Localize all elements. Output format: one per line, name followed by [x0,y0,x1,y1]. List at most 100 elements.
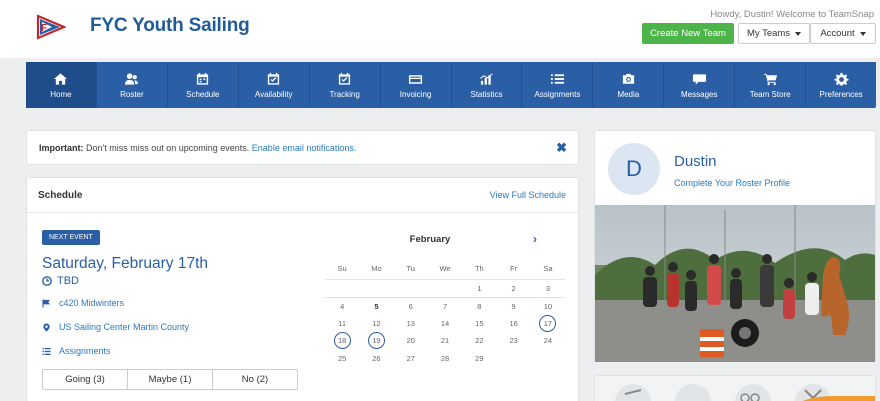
view-full-schedule-link[interactable]: View Full Schedule [490,190,566,200]
nav-item-availability[interactable]: Availability [239,62,310,108]
team-name[interactable]: FYC Youth Sailing [90,15,250,37]
tracking-icon [339,72,351,85]
calendar-day[interactable]: 23 [496,332,530,349]
calendar-weekday: Tu [393,258,428,280]
calendar-day[interactable]: 25 [325,350,359,367]
create-new-team-button[interactable]: Create New Team [642,23,734,44]
calendar-day-number: 10 [543,302,553,312]
sponsor-banner[interactable] [594,375,876,401]
calendar-day-number: 15 [475,318,484,328]
calendar-day[interactable]: 18 [325,332,359,350]
calendar-day-number: 18 [333,332,351,350]
calendar-day[interactable]: 29 [462,350,496,367]
my-teams-dropdown[interactable]: My Teams [738,23,810,44]
assignments-link: Assignments [59,346,111,356]
calendar-day[interactable]: 22 [462,332,496,349]
calendar-day[interactable]: 17 [531,314,565,332]
availability-icon [268,72,280,85]
calendar-day-number: 20 [406,336,415,346]
calendar-day-number: 27 [406,353,415,363]
calendar-day-number: 12 [372,318,381,328]
nav-item-invoicing[interactable]: Invoicing [381,62,452,108]
calendar-day-number: 8 [477,302,482,312]
event-location-row[interactable]: US Sailing Center Martin County [42,322,189,332]
assignments-icon [550,73,564,84]
messages-icon [692,73,706,85]
calendar-day-number: 6 [408,302,413,312]
nav-item-preferences[interactable]: Preferences [806,62,876,108]
calendar-day[interactable]: 27 [394,350,428,367]
calendar-day[interactable]: 4 [325,297,360,314]
calendar-weekday: Fr [496,258,531,280]
calendar-day[interactable]: 15 [462,315,496,332]
calendar-day[interactable]: 3 [531,280,565,297]
calendar-day[interactable]: 1 [462,280,496,297]
calendar-weekday: Mo [359,258,394,280]
calendar-weekday: We [427,258,463,280]
calendar-day-number: 21 [440,336,450,346]
calendar-day[interactable]: 14 [428,315,462,332]
nav-item-schedule[interactable]: Schedule [168,62,239,108]
calendar-day[interactable]: 10 [530,297,566,314]
calendar-empty-cell [496,350,530,367]
calendar-day[interactable]: 12 [359,315,393,332]
calendar-day-number: 16 [509,318,518,328]
chevron-down-icon [859,31,866,36]
profile-name[interactable]: Dustin [674,153,717,170]
calendar-day[interactable]: 2 [496,280,530,297]
avatar[interactable]: D [608,143,660,195]
nav-item-team-store[interactable]: Team Store [735,62,807,108]
next-event-badge: NEXT EVENT [42,230,100,245]
complete-roster-profile-link[interactable]: Complete Your Roster Profile [674,178,790,188]
main-nav: Home Roster Schedule Availability Tracki… [26,62,876,108]
nav-item-messages[interactable]: Messages [664,62,736,108]
calendar-day[interactable]: 26 [359,350,393,367]
roster-icon [125,72,139,85]
account-dropdown[interactable]: Account [810,23,876,44]
nav-label: Assignments [534,89,581,99]
calendar-day[interactable]: 16 [496,315,530,332]
calendar-day-number: 22 [475,336,484,346]
account-label: Account [820,28,855,39]
media-icon [622,73,634,84]
nav-item-statistics[interactable]: Statistics [452,62,523,108]
calendar-day[interactable]: 20 [394,332,428,349]
calendar-day[interactable]: 19 [359,332,393,350]
assignments-row[interactable]: Assignments [42,346,111,356]
enable-email-notifications-link[interactable]: Enable email notifications. [252,143,357,153]
my-teams-label: My Teams [746,28,791,39]
calendar-day-number: 25 [337,353,347,363]
event-name-row[interactable]: c420 Midwinters [42,298,124,308]
calendar-day[interactable]: 8 [462,297,497,314]
calendar-day[interactable]: 9 [496,297,531,314]
calendar-day[interactable]: 7 [427,297,463,314]
rsvp-maybe-tab[interactable]: Maybe (1) [128,370,213,389]
calendar-day[interactable]: 21 [428,332,462,349]
calendar-day[interactable]: 24 [531,332,565,349]
svg-text:F: F [41,23,47,34]
top-bar: F FYC Youth Sailing Howdy, Dustin! Welco… [0,0,880,58]
nav-item-roster[interactable]: Roster [97,62,168,108]
calendar-day[interactable]: 6 [393,297,428,314]
calendar-day[interactable]: 5 [359,297,394,314]
profile-card: D Dustin Complete Your Roster Profile [594,130,876,362]
rsvp-no-tab[interactable]: No (2) [213,370,297,389]
team-photo[interactable] [595,205,875,362]
calendar-day-number: 17 [539,314,557,332]
calendar-day[interactable]: 11 [325,315,359,332]
calendar-empty-cell [325,280,359,297]
nav-item-tracking[interactable]: Tracking [310,62,381,108]
club-burgee-logo[interactable]: F [36,14,66,40]
rsvp-going-tab[interactable]: Going (3) [43,370,128,389]
nav-item-assignments[interactable]: Assignments [522,62,594,108]
close-icon[interactable]: ✖ [556,141,567,154]
calendar-day[interactable]: 28 [428,350,462,367]
event-date[interactable]: Saturday, February 17th [42,255,208,273]
nav-item-media[interactable]: Media [593,62,665,108]
calendar-day[interactable]: 13 [394,315,428,332]
calendar-day-number: 23 [509,336,518,346]
chevron-right-icon[interactable]: › [533,232,537,246]
calendar-day-number: 14 [440,318,450,328]
nav-item-home[interactable]: Home [26,62,97,108]
calendar-day-number: 24 [543,336,553,346]
